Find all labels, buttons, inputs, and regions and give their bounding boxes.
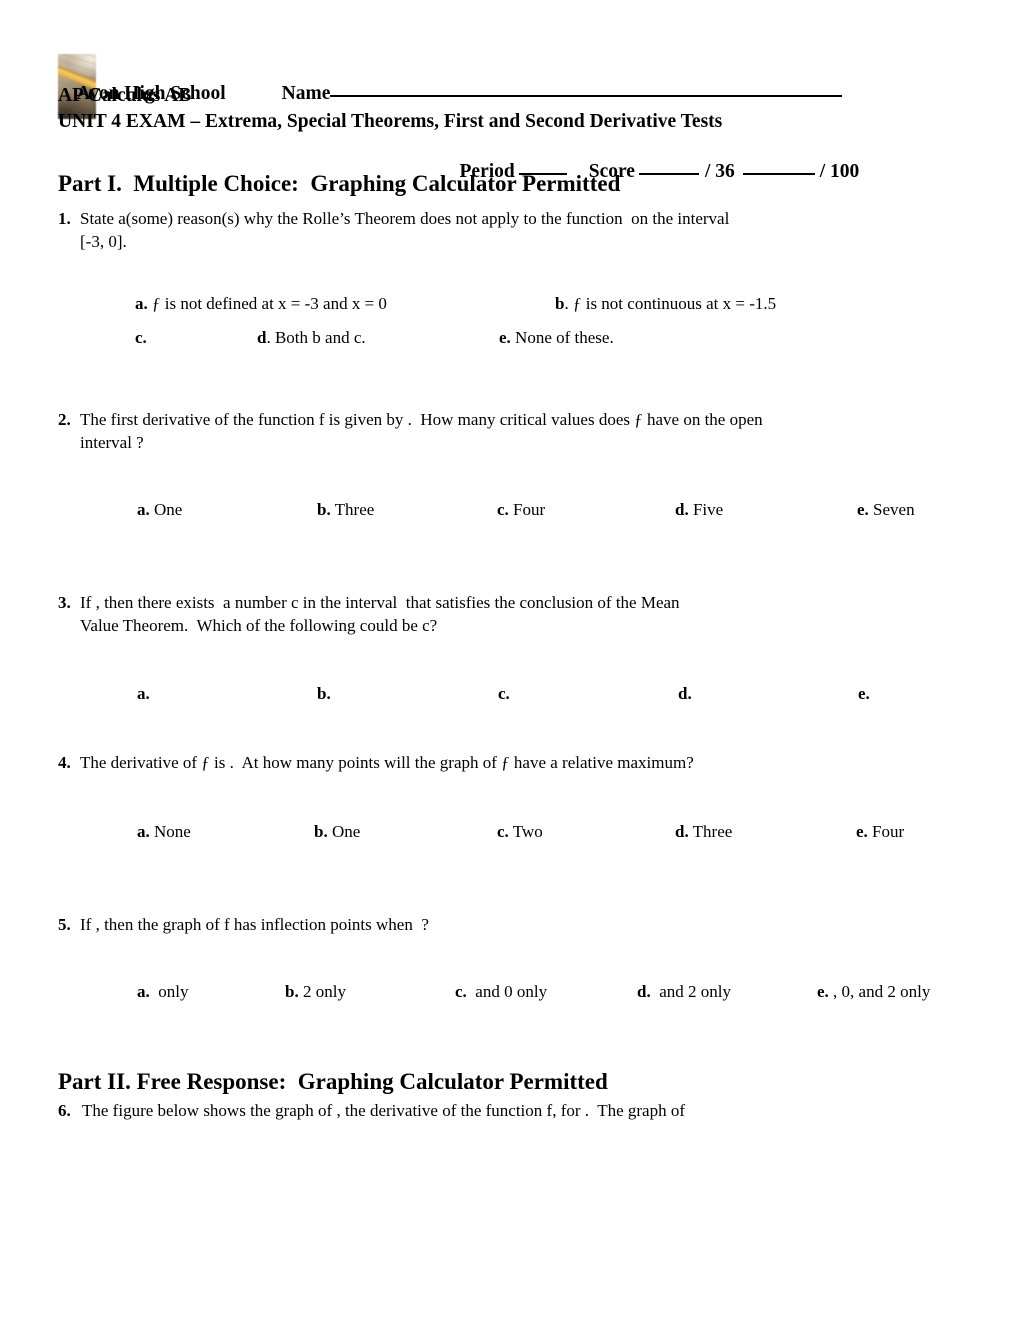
name-label: Name <box>281 83 331 104</box>
option-text: Five <box>692 500 724 519</box>
question-1-number: 1. <box>58 209 71 228</box>
question-4-option-b[interactable]: b. One <box>297 799 360 865</box>
question-2-option-a[interactable]: a. One <box>120 477 182 543</box>
question-2-option-c[interactable]: c. Four <box>480 477 545 543</box>
option-text: Four <box>513 500 546 519</box>
question-4-option-c[interactable]: c. Two <box>480 799 543 865</box>
option-text: and 2 only <box>654 982 731 1001</box>
question-3-option-b[interactable]: b. <box>300 661 335 727</box>
question-1-option-d[interactable]: d. Both b and c. <box>240 305 366 371</box>
option-text: None <box>154 822 191 841</box>
option-letter: e. <box>817 982 829 1001</box>
question-5-text: If , then the graph of f has inflection … <box>80 915 429 934</box>
option-letter: c. <box>497 500 509 519</box>
option-text: Two <box>512 822 543 841</box>
question-6-number: 6. <box>58 1101 71 1120</box>
option-text: . Both b and c. <box>266 328 366 347</box>
option-text: 2 only <box>302 982 346 1001</box>
option-letter: d. <box>637 982 651 1001</box>
question-2-text: The first derivative of the function f i… <box>80 410 767 452</box>
option-text: only <box>154 982 189 1001</box>
name-blank-rule[interactable] <box>330 95 843 97</box>
option-letter: e. <box>858 684 870 703</box>
question-1-option-c[interactable]: c. <box>118 305 147 371</box>
question-5-option-e[interactable]: e. , 0, and 2 only <box>800 959 930 1025</box>
question-4-option-e[interactable]: e. Four <box>839 799 904 865</box>
exam-title: UNIT 4 EXAM – Extrema, Special Theorems,… <box>58 111 723 132</box>
question-2-number: 2. <box>58 410 71 429</box>
question-3-option-c[interactable]: c. <box>481 661 514 727</box>
option-text: Four <box>872 822 905 841</box>
period-blank-rule[interactable] <box>518 173 567 175</box>
question-1-option-e[interactable]: e. None of these. <box>482 305 614 371</box>
option-letter: a. <box>137 982 150 1001</box>
question-5-option-a[interactable]: a. only <box>120 959 188 1025</box>
option-letter: a. <box>137 684 150 703</box>
score-blank-rule-1[interactable] <box>638 173 699 175</box>
option-letter: c. <box>498 684 510 703</box>
score-label: Score <box>588 161 635 182</box>
question-1-text: State a(some) reason(s) why the Rolle’s … <box>80 209 734 251</box>
question-3-number: 3. <box>58 593 71 612</box>
option-letter: e. <box>856 822 868 841</box>
part2-heading: Part II. Free Response: Graphing Calcula… <box>58 1069 608 1094</box>
option-letter: c. <box>455 982 467 1001</box>
question-5-option-d[interactable]: d. and 2 only <box>620 959 731 1025</box>
question-5-option-c[interactable]: c. and 0 only <box>438 959 547 1025</box>
option-letter: d. <box>675 822 689 841</box>
option-text: Seven <box>873 500 915 519</box>
question-3-option-e[interactable]: e. <box>841 661 874 727</box>
question-4-text: The derivative of ƒ is . At how many poi… <box>80 753 694 772</box>
option-letter: a. <box>137 822 150 841</box>
option-letter: d. <box>678 684 692 703</box>
option-text: and 0 only <box>471 982 548 1001</box>
question-4-option-d[interactable]: d. Three <box>658 799 732 865</box>
score-total-100: / 100 <box>819 161 860 182</box>
option-text: Three <box>334 500 375 519</box>
question-3-option-d[interactable]: d. <box>661 661 696 727</box>
option-text: Three <box>692 822 733 841</box>
option-letter: b. <box>285 982 299 1001</box>
option-letter: a. <box>137 500 150 519</box>
course-name: AP Calculus AB <box>58 85 192 106</box>
option-letter: e. <box>857 500 869 519</box>
option-letter: c. <box>497 822 509 841</box>
question-4-option-a[interactable]: a. None <box>120 799 191 865</box>
option-text: , 0, and 2 only <box>833 982 931 1001</box>
question-3-text: If , then there exists a number c in the… <box>80 593 684 635</box>
score-blank-rule-2[interactable] <box>742 173 815 175</box>
question-6-text: The figure below shows the graph of , th… <box>82 1101 686 1120</box>
option-letter: c. <box>135 328 147 347</box>
option-text: One <box>154 500 183 519</box>
question-4-number: 4. <box>58 753 71 772</box>
option-letter: b. <box>314 822 328 841</box>
score-total-36: / 36 <box>704 161 735 182</box>
exam-page: Avon High School Name AP Calculus AB UNIT… <box>0 0 1020 1320</box>
question-2-option-d[interactable]: d. Five <box>658 477 723 543</box>
option-text: None of these. <box>515 328 614 347</box>
question-5-number: 5. <box>58 915 71 934</box>
option-letter: d. <box>675 500 689 519</box>
question-2-option-e[interactable]: e. Seven <box>840 477 915 543</box>
question-3-option-a[interactable]: a. <box>120 661 154 727</box>
period-label: Period <box>459 161 515 182</box>
option-letter: b. <box>317 500 331 519</box>
question-5-option-b[interactable]: b. 2 only <box>268 959 346 1025</box>
period-score-line: Period Score / 36 / 100 <box>440 136 860 208</box>
option-letter: e. <box>499 328 511 347</box>
option-letter: b. <box>317 684 331 703</box>
question-2-option-b[interactable]: b. Three <box>300 477 374 543</box>
option-text: One <box>331 822 361 841</box>
